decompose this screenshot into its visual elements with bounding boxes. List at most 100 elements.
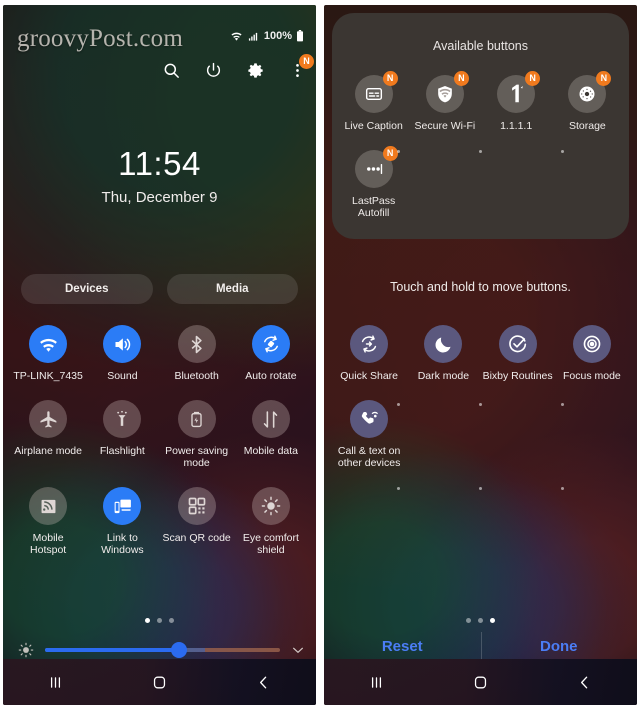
- battery-percent-label: 100%: [263, 30, 292, 42]
- slider-fill: [45, 648, 179, 652]
- available-buttons-title: Available buttons: [433, 39, 528, 53]
- battery-full-icon: [296, 30, 304, 42]
- power-icon[interactable]: [202, 59, 224, 81]
- mobile-data-icon: [251, 400, 290, 438]
- available-button-label: LastPass Autofill: [352, 195, 396, 219]
- left-phone-screenshot: groovyPost.com 100% N 11:54 Thu, Decembe…: [3, 5, 316, 705]
- battery-saver-icon: [177, 400, 216, 438]
- available-button-live-caption[interactable]: N Live Caption: [338, 71, 409, 132]
- drop-target-dots-middle: [324, 403, 637, 406]
- recents-icon[interactable]: [3, 674, 107, 691]
- available-button-lastpass[interactable]: N LastPass Autofill: [338, 146, 409, 219]
- airplane-icon: [29, 400, 68, 438]
- home-icon[interactable]: [107, 674, 211, 691]
- page-dot[interactable]: [157, 618, 162, 623]
- search-icon[interactable]: [160, 59, 182, 81]
- status-bar: 100%: [230, 30, 304, 42]
- navigation-bar-right: [324, 659, 637, 705]
- eye-comfort-icon: [251, 487, 290, 525]
- active-button-label: Call & text on other devices: [337, 445, 401, 469]
- speaker-icon: [103, 325, 142, 363]
- page-dot[interactable]: [145, 618, 150, 623]
- recents-icon[interactable]: [324, 674, 428, 691]
- active-button-label: Dark mode: [417, 370, 470, 382]
- devices-chip[interactable]: Devices: [21, 274, 153, 304]
- quick-setting-power-saving[interactable]: Power saving mode: [160, 400, 234, 469]
- edit-buttons-panel: Available buttons N Live Caption N Secur…: [324, 5, 637, 705]
- quick-setting-mobile-data[interactable]: Mobile data: [234, 400, 308, 469]
- available-button-secure-wifi[interactable]: N Secure Wi-Fi: [409, 71, 480, 132]
- slider-knob[interactable]: [170, 642, 187, 658]
- drop-dot: [478, 403, 482, 406]
- active-buttons-grid: Quick Share Dark mode Bixby Routines Foc…: [332, 325, 629, 469]
- quick-setting-link-to-windows[interactable]: Link to Windows: [85, 487, 159, 556]
- back-icon[interactable]: [212, 674, 316, 691]
- active-button-call-text-other-devices[interactable]: Call & text on other devices: [332, 400, 406, 469]
- quick-setting-label: Bluetooth: [174, 370, 219, 382]
- quick-setting-airplane-mode[interactable]: Airplane mode: [11, 400, 85, 469]
- drop-target-dots-bottom: [324, 487, 637, 490]
- page-dot[interactable]: [478, 618, 483, 623]
- hotspot-icon: [29, 487, 68, 525]
- brightness-icon: [17, 641, 35, 659]
- lock-date: Thu, December 9: [101, 189, 218, 206]
- quick-setting-bluetooth[interactable]: Bluetooth: [160, 325, 234, 382]
- available-button-label: Secure Wi-Fi: [414, 120, 476, 132]
- active-button-quick-share[interactable]: Quick Share: [332, 325, 406, 382]
- bixby-routines-icon: [498, 325, 537, 363]
- quick-setting-label: Scan QR code: [162, 532, 231, 544]
- new-badge: N: [299, 54, 314, 69]
- gear-icon[interactable]: [244, 59, 266, 81]
- quick-setting-eye-comfort[interactable]: Eye comfort shield: [234, 487, 308, 556]
- lastpass-icon: N: [354, 146, 398, 188]
- available-buttons-grid: N Live Caption N Secure Wi-Fi N 1.1.1.1 …: [338, 71, 623, 219]
- active-button-label: Quick Share: [340, 370, 399, 382]
- available-button-label: Live Caption: [344, 120, 403, 132]
- navigation-bar-left: [3, 659, 316, 705]
- quick-setting-wifi[interactable]: TP-LINK_7435: [11, 325, 85, 382]
- active-button-bixby-routines[interactable]: Bixby Routines: [481, 325, 555, 382]
- brightness-slider[interactable]: [45, 642, 280, 658]
- wifi-icon: [230, 31, 243, 42]
- media-devices-chips: Devices Media: [21, 274, 298, 304]
- quick-setting-mobile-hotspot[interactable]: Mobile Hotspot: [11, 487, 85, 556]
- active-button-focus-mode[interactable]: Focus mode: [555, 325, 629, 382]
- quick-setting-sound[interactable]: Sound: [85, 325, 159, 382]
- secure-wifi-icon: N: [425, 71, 469, 113]
- available-buttons-panel: Available buttons N Live Caption N Secur…: [332, 13, 629, 239]
- quick-setting-label: Flashlight: [99, 445, 145, 457]
- drop-dot: [560, 403, 564, 406]
- done-button[interactable]: Done: [481, 638, 638, 655]
- quick-share-icon: [350, 325, 389, 363]
- reset-button[interactable]: Reset: [324, 638, 481, 655]
- page-dot[interactable]: [169, 618, 174, 623]
- media-chip[interactable]: Media: [166, 274, 298, 304]
- page-dot[interactable]: [490, 618, 495, 623]
- chevron-down-icon[interactable]: [290, 642, 306, 658]
- page-indicator-right: [324, 618, 637, 623]
- quick-settings-grid: TP-LINK_7435 Sound Bluetooth Auto rotate…: [11, 325, 308, 556]
- available-button-storage[interactable]: N Storage: [552, 71, 623, 132]
- available-button-1111[interactable]: N 1.1.1.1: [481, 71, 552, 132]
- quick-panel-top-icons: N: [160, 54, 314, 81]
- right-phone-screenshot: Available buttons N Live Caption N Secur…: [324, 5, 637, 705]
- cellular-signal-icon: [247, 31, 260, 42]
- back-icon[interactable]: [533, 674, 637, 691]
- quick-setting-auto-rotate[interactable]: Auto rotate: [234, 325, 308, 382]
- bluetooth-icon: [177, 325, 216, 363]
- quick-setting-flashlight[interactable]: Flashlight: [85, 400, 159, 469]
- auto-rotate-icon: [251, 325, 290, 363]
- page-dot[interactable]: [466, 618, 471, 623]
- storage-icon: N: [568, 71, 612, 113]
- available-button-label: Storage: [568, 120, 606, 132]
- quick-setting-scan-qr[interactable]: Scan QR code: [160, 487, 234, 556]
- quick-setting-label: Sound: [107, 370, 138, 382]
- active-button-dark-mode[interactable]: Dark mode: [406, 325, 480, 382]
- overflow-menu-icon[interactable]: N: [286, 54, 314, 81]
- drop-dot: [478, 150, 482, 153]
- quick-setting-label: Mobile Hotspot: [30, 532, 67, 556]
- flashlight-icon: [103, 400, 142, 438]
- home-icon[interactable]: [428, 674, 532, 691]
- quick-setting-label: Auto rotate: [245, 370, 297, 382]
- new-badge: N: [382, 71, 398, 86]
